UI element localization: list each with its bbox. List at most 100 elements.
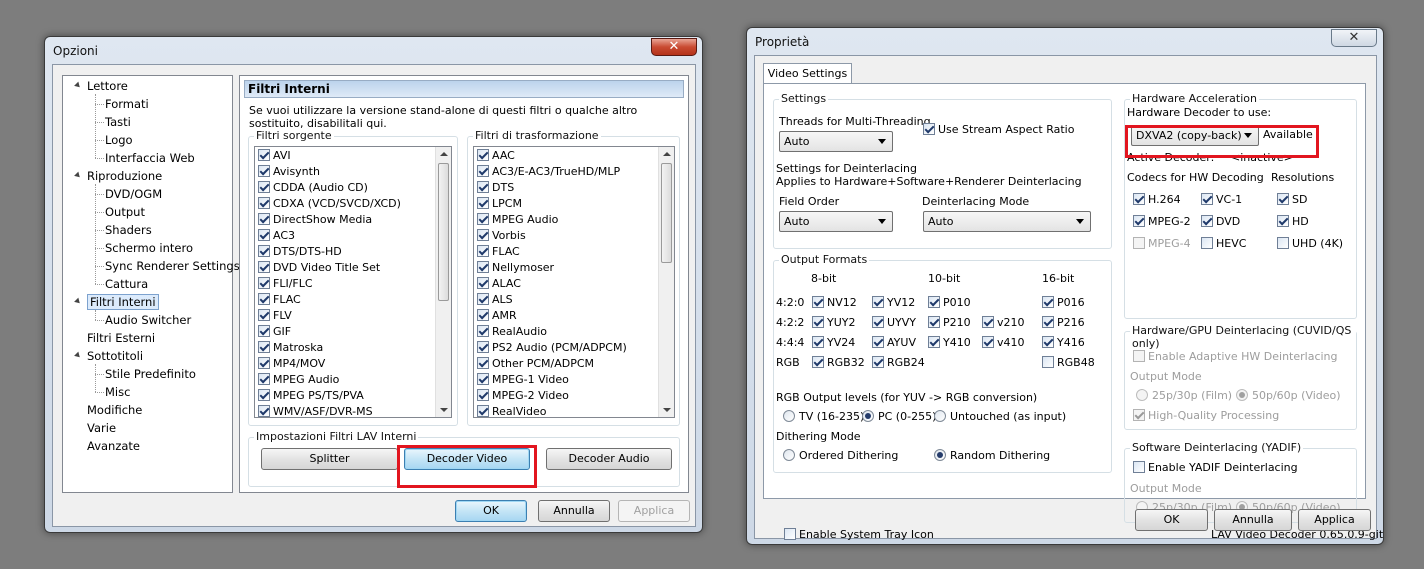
format-checkbox[interactable]: Y416 bbox=[1042, 335, 1085, 351]
tree-item[interactable]: Stile Predefinito bbox=[105, 366, 196, 382]
dither-ordered-radio[interactable]: Ordered Dithering bbox=[783, 448, 898, 464]
hq-processing-checkbox[interactable]: High-Quality Processing bbox=[1133, 408, 1279, 424]
resolution-checkbox[interactable]: UHD (4K) bbox=[1277, 236, 1343, 252]
list-item[interactable]: DTS/DTS-HD bbox=[258, 244, 342, 260]
checkbox-icon[interactable] bbox=[477, 181, 489, 193]
format-checkbox[interactable]: AYUV bbox=[872, 335, 916, 351]
checkbox-icon[interactable] bbox=[477, 213, 489, 225]
tree-item[interactable]: Modifiche bbox=[87, 402, 142, 418]
checkbox-icon[interactable] bbox=[258, 261, 270, 273]
list-item[interactable]: Matroska bbox=[258, 340, 323, 356]
format-checkbox[interactable]: v410 bbox=[982, 335, 1025, 351]
list-item[interactable]: DTS bbox=[477, 180, 514, 196]
scroll-thumb[interactable] bbox=[438, 163, 449, 301]
scroll-up-icon[interactable] bbox=[663, 152, 671, 156]
radio-icon[interactable] bbox=[1236, 389, 1248, 401]
list-item[interactable]: PS2 Audio (PCM/ADPCM) bbox=[477, 340, 627, 356]
gpu-video-radio[interactable]: 50p/60p (Video) bbox=[1236, 388, 1341, 404]
checkbox-icon[interactable] bbox=[872, 336, 884, 348]
checkbox-icon[interactable] bbox=[477, 229, 489, 241]
list-item[interactable]: Vorbis bbox=[477, 228, 526, 244]
checkbox-icon[interactable] bbox=[1133, 215, 1145, 227]
checkbox-icon[interactable] bbox=[1133, 461, 1145, 473]
checkbox-icon[interactable] bbox=[812, 356, 824, 368]
list-item[interactable]: MPEG-1 Video bbox=[477, 372, 569, 388]
list-item[interactable]: MP4/MOV bbox=[258, 356, 325, 372]
checkbox-icon[interactable] bbox=[477, 309, 489, 321]
scroll-up-icon[interactable] bbox=[440, 152, 448, 156]
cancel-button[interactable]: Annulla bbox=[538, 500, 610, 522]
format-checkbox[interactable]: UYVY bbox=[872, 315, 916, 331]
format-checkbox[interactable]: RGB32 bbox=[812, 355, 865, 371]
list-item[interactable]: Nellymoser bbox=[477, 260, 554, 276]
deint-mode-select[interactable]: Auto bbox=[923, 211, 1091, 232]
format-checkbox[interactable]: YV12 bbox=[872, 295, 915, 311]
tree-item[interactable]: Shaders bbox=[105, 222, 152, 238]
checkbox-icon[interactable] bbox=[258, 341, 270, 353]
checkbox-icon[interactable] bbox=[258, 213, 270, 225]
title-bar[interactable]: Opzioni ✕ bbox=[45, 37, 702, 63]
list-item[interactable]: MPEG Audio bbox=[258, 372, 339, 388]
checkbox-icon[interactable] bbox=[477, 293, 489, 305]
dither-random-radio[interactable]: Random Dithering bbox=[934, 448, 1050, 464]
checkbox-icon[interactable] bbox=[258, 165, 270, 177]
cancel-button[interactable]: Annulla bbox=[1214, 509, 1292, 531]
list-item[interactable]: Other PCM/ADPCM bbox=[477, 356, 594, 372]
scroll-thumb[interactable] bbox=[661, 163, 672, 263]
checkbox-icon[interactable] bbox=[1133, 350, 1145, 362]
tree-item[interactable]: Riproduzione bbox=[87, 168, 162, 184]
checkbox-icon[interactable] bbox=[1042, 336, 1054, 348]
format-checkbox[interactable]: P210 bbox=[928, 315, 971, 331]
expand-arrow-icon[interactable] bbox=[74, 81, 82, 90]
checkbox-icon[interactable] bbox=[982, 336, 994, 348]
tree-item[interactable]: Audio Switcher bbox=[105, 312, 191, 328]
format-checkbox[interactable]: Y410 bbox=[928, 335, 971, 351]
resolution-checkbox[interactable]: SD bbox=[1277, 192, 1307, 208]
checkbox-icon[interactable] bbox=[1042, 356, 1054, 368]
checkbox-icon[interactable] bbox=[477, 197, 489, 209]
checkbox-icon[interactable] bbox=[258, 197, 270, 209]
expand-arrow-icon[interactable] bbox=[74, 297, 82, 306]
list-item[interactable]: LPCM bbox=[477, 196, 522, 212]
checkbox-icon[interactable] bbox=[812, 316, 824, 328]
tree-item[interactable]: Varie bbox=[87, 420, 116, 436]
checkbox-icon[interactable] bbox=[872, 316, 884, 328]
ok-button[interactable]: OK bbox=[455, 500, 527, 522]
ok-button[interactable]: OK bbox=[1135, 509, 1208, 531]
checkbox-icon[interactable] bbox=[1042, 296, 1054, 308]
checkbox-icon[interactable] bbox=[258, 325, 270, 337]
tree-item[interactable]: Sync Renderer Settings bbox=[105, 258, 240, 274]
rgb-untouched-radio[interactable]: Untouched (as input) bbox=[934, 409, 1066, 425]
rgb-pc-radio[interactable]: PC (0-255) bbox=[862, 409, 936, 425]
checkbox-icon[interactable] bbox=[477, 149, 489, 161]
radio-icon[interactable] bbox=[783, 449, 795, 461]
checkbox-icon[interactable] bbox=[477, 389, 489, 401]
format-checkbox[interactable]: P010 bbox=[928, 295, 971, 311]
yadif-checkbox[interactable]: Enable YADIF Deinterlacing bbox=[1133, 460, 1298, 476]
checkbox-icon[interactable] bbox=[872, 296, 884, 308]
close-icon[interactable]: ✕ bbox=[651, 38, 697, 56]
checkbox-icon[interactable] bbox=[1133, 409, 1145, 421]
options-tree[interactable]: Lettore Formati Tasti Logo Interfaccia Web Ri… bbox=[62, 75, 240, 493]
tree-item[interactable]: Filtri Esterni bbox=[87, 330, 155, 346]
list-item[interactable]: AVI bbox=[258, 148, 291, 164]
list-item[interactable]: AC3 bbox=[258, 228, 295, 244]
checkbox-icon[interactable] bbox=[258, 277, 270, 289]
decoder-audio-button[interactable]: Decoder Audio bbox=[546, 448, 672, 470]
apply-button[interactable]: Applica bbox=[1298, 509, 1371, 531]
format-checkbox[interactable]: v210 bbox=[982, 315, 1025, 331]
format-checkbox[interactable]: YV24 bbox=[812, 335, 855, 351]
checkbox-icon[interactable] bbox=[477, 277, 489, 289]
list-item[interactable]: RealVideo bbox=[477, 404, 547, 417]
format-checkbox[interactable]: YUY2 bbox=[812, 315, 856, 331]
format-checkbox[interactable]: RGB48 bbox=[1042, 355, 1095, 371]
checkbox-icon[interactable] bbox=[928, 336, 940, 348]
tree-item[interactable]: Logo bbox=[105, 132, 133, 148]
scrollbar[interactable] bbox=[658, 147, 674, 417]
list-item[interactable]: AC3/E-AC3/TrueHD/MLP bbox=[477, 164, 620, 180]
checkbox-icon[interactable] bbox=[258, 357, 270, 369]
list-item[interactable]: ALAC bbox=[477, 276, 521, 292]
codec-checkbox[interactable]: MPEG-4 bbox=[1133, 236, 1191, 252]
stream-aspect-checkbox[interactable]: Use Stream Aspect Ratio bbox=[923, 122, 1074, 138]
checkbox-icon[interactable] bbox=[258, 245, 270, 257]
